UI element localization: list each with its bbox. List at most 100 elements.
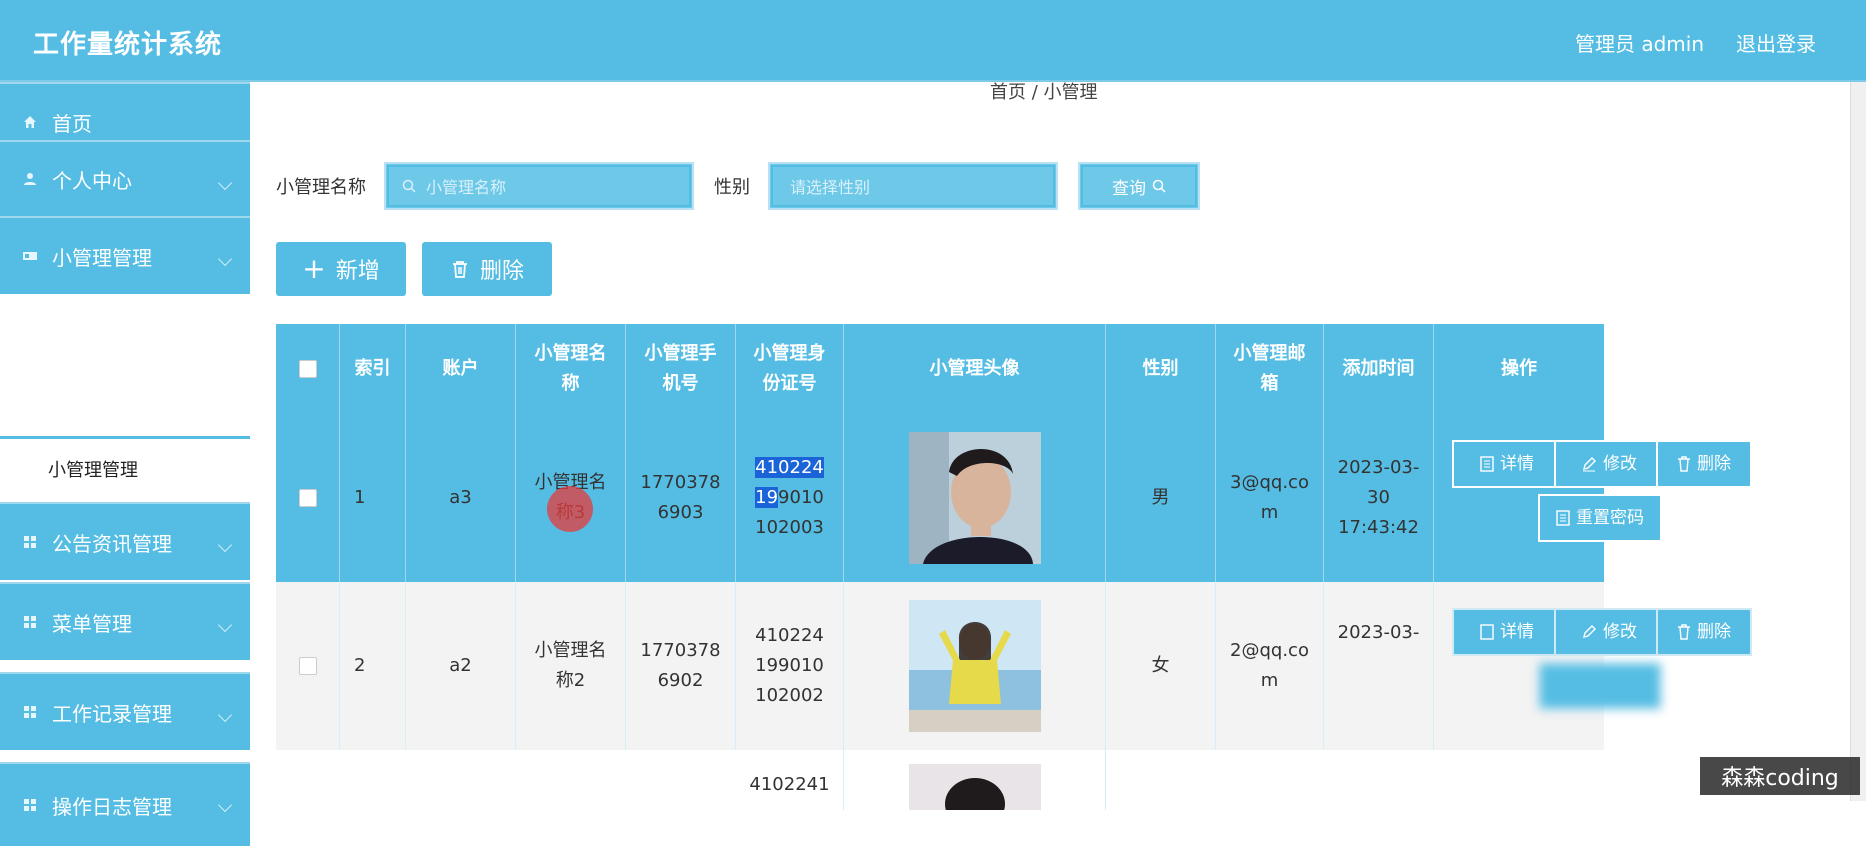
header-created-time: 添加时间 [1324, 324, 1434, 414]
delete-button[interactable]: 删除 [422, 242, 552, 296]
table-row[interactable]: 2 a2 小管理名称2 17703786902 4102241990101020… [276, 582, 1604, 750]
row-select-cell [276, 582, 340, 750]
sidebar-item-label: 操作日志管理 [52, 791, 172, 820]
header-id-card: 小管理身份证号 [736, 324, 844, 414]
detail-button[interactable]: 详情 [1452, 440, 1562, 488]
breadcrumb: 首页 / 小管理 [990, 78, 1098, 104]
sidebar-item-label: 个人中心 [52, 165, 132, 194]
cell-id-card: 4102241 [736, 750, 844, 810]
header-gender: 性别 [1106, 324, 1216, 414]
header-email: 小管理邮箱 [1216, 324, 1324, 414]
detail-label: 详情 [1500, 617, 1534, 647]
table-row[interactable]: 1 a3 小管理名称3 17703786903 4102241990101020… [276, 414, 1604, 582]
gender-filter-label: 性别 [714, 173, 750, 199]
delete-button-label: 删除 [480, 253, 524, 285]
gender-select[interactable]: 请选择性别 [768, 162, 1058, 210]
cursor-highlight [547, 486, 593, 532]
row-select-cell [276, 414, 340, 582]
chevron-down-icon [218, 798, 232, 812]
app-title: 工作量统计系统 [33, 24, 222, 61]
header-account: 账户 [406, 324, 516, 414]
sidebar-item-oplog[interactable]: 操作日志管理 [0, 762, 250, 850]
sidebar-item-news[interactable]: 公告资讯管理 [0, 502, 250, 584]
plus-icon: + [302, 259, 325, 279]
cell-index: 1 [340, 414, 406, 582]
row-delete-button[interactable]: 删除 [1656, 608, 1752, 656]
trash-icon [450, 259, 470, 279]
sidebar-item-label: 小管理管理 [52, 242, 152, 271]
cell-avatar [844, 582, 1106, 750]
cell-email: 2@qq.com [1216, 582, 1324, 750]
cell-id-card: 410224199010102003 [736, 414, 844, 582]
cell-account: a2 [406, 582, 516, 750]
name-search-placeholder: 小管理名称 [426, 174, 506, 198]
current-user[interactable]: 管理员 admin [1575, 28, 1704, 57]
sidebar-item-menu[interactable]: 菜单管理 [0, 582, 250, 664]
grid-icon [22, 797, 38, 813]
avatar [909, 600, 1041, 732]
grid-icon [22, 614, 38, 630]
cell-operations: 详情 修改 删除 [1434, 582, 1604, 750]
sidebar-subitem-admin[interactable]: 小管理管理 [0, 436, 250, 498]
header-actions: 管理员 admin 退出登录 [1575, 28, 1816, 57]
toolbar: + 新增 删除 [276, 242, 552, 296]
edit-button[interactable]: 修改 [1554, 608, 1664, 656]
row-delete-button[interactable]: 删除 [1656, 440, 1752, 488]
query-button[interactable]: 查询 [1078, 162, 1200, 210]
detail-button[interactable]: 详情 [1452, 608, 1562, 656]
sidebar-item-admin[interactable]: 小管理管理 [0, 216, 250, 298]
avatar [909, 764, 1041, 810]
chevron-down-icon [218, 176, 232, 190]
cell-created-time: 2023-03- [1324, 582, 1434, 750]
name-search-input[interactable]: 小管理名称 [384, 162, 694, 210]
sidebar-item-profile[interactable]: 个人中心 [0, 140, 250, 220]
cell-index: 2 [340, 582, 406, 750]
header-index: 索引 [340, 324, 406, 414]
detail-label: 详情 [1500, 449, 1534, 479]
edit-button[interactable]: 修改 [1554, 440, 1664, 488]
chevron-down-icon [218, 618, 232, 632]
select-all-checkbox[interactable] [299, 360, 317, 378]
home-icon [22, 114, 38, 130]
table-row[interactable]: 4102241 [276, 750, 1604, 810]
scrollbar[interactable] [1850, 82, 1866, 801]
sidebar-item-worklog[interactable]: 工作记录管理 [0, 672, 250, 754]
pencil-icon [1581, 624, 1597, 640]
query-button-label: 查询 [1112, 174, 1146, 199]
cell-avatar [844, 414, 1106, 582]
edit-label: 修改 [1603, 617, 1637, 647]
cell-id-card: 410224199010102002 [736, 582, 844, 750]
add-button[interactable]: + 新增 [276, 242, 406, 296]
trash-icon [1677, 624, 1691, 640]
cell-account: a3 [406, 414, 516, 582]
table-header: 索引 账户 小管理名称 小管理手机号 小管理身份证号 小管理头像 性别 小管理邮… [276, 324, 1604, 414]
edit-label: 修改 [1603, 449, 1637, 479]
reset-label: 重置密码 [1576, 503, 1644, 533]
document-icon [1480, 456, 1494, 472]
document-icon [1556, 510, 1570, 526]
gender-select-placeholder: 请选择性别 [790, 174, 870, 198]
document-icon [1480, 624, 1494, 640]
row-checkbox[interactable] [299, 657, 317, 675]
search-bar: 小管理名称 小管理名称 性别 请选择性别 查询 [276, 162, 1200, 210]
logout-link[interactable]: 退出登录 [1736, 28, 1816, 57]
header-operations: 操作 [1434, 324, 1604, 414]
cell-phone: 17703786902 [626, 582, 736, 750]
cell-phone: 17703786903 [626, 414, 736, 582]
delete-label: 删除 [1697, 449, 1731, 479]
reset-password-button[interactable] [1538, 662, 1662, 710]
chevron-down-icon [218, 708, 232, 722]
header-name: 小管理名称 [516, 324, 626, 414]
row-checkbox[interactable] [299, 489, 317, 507]
reset-password-button[interactable]: 重置密码 [1538, 494, 1662, 542]
sidebar-item-label: 公告资讯管理 [52, 528, 172, 557]
sidebar-item-label: 首页 [52, 108, 92, 137]
header-select-all-cell [276, 324, 340, 414]
search-icon [1152, 179, 1166, 193]
cell-created-time: 2023-03-30 17:43:42 [1324, 414, 1434, 582]
cell-operations: 详情 修改 删除 重置密码 [1434, 414, 1604, 582]
cell-gender: 男 [1106, 414, 1216, 582]
grid-icon [22, 534, 38, 550]
cell-gender: 女 [1106, 582, 1216, 750]
search-icon [402, 179, 416, 193]
